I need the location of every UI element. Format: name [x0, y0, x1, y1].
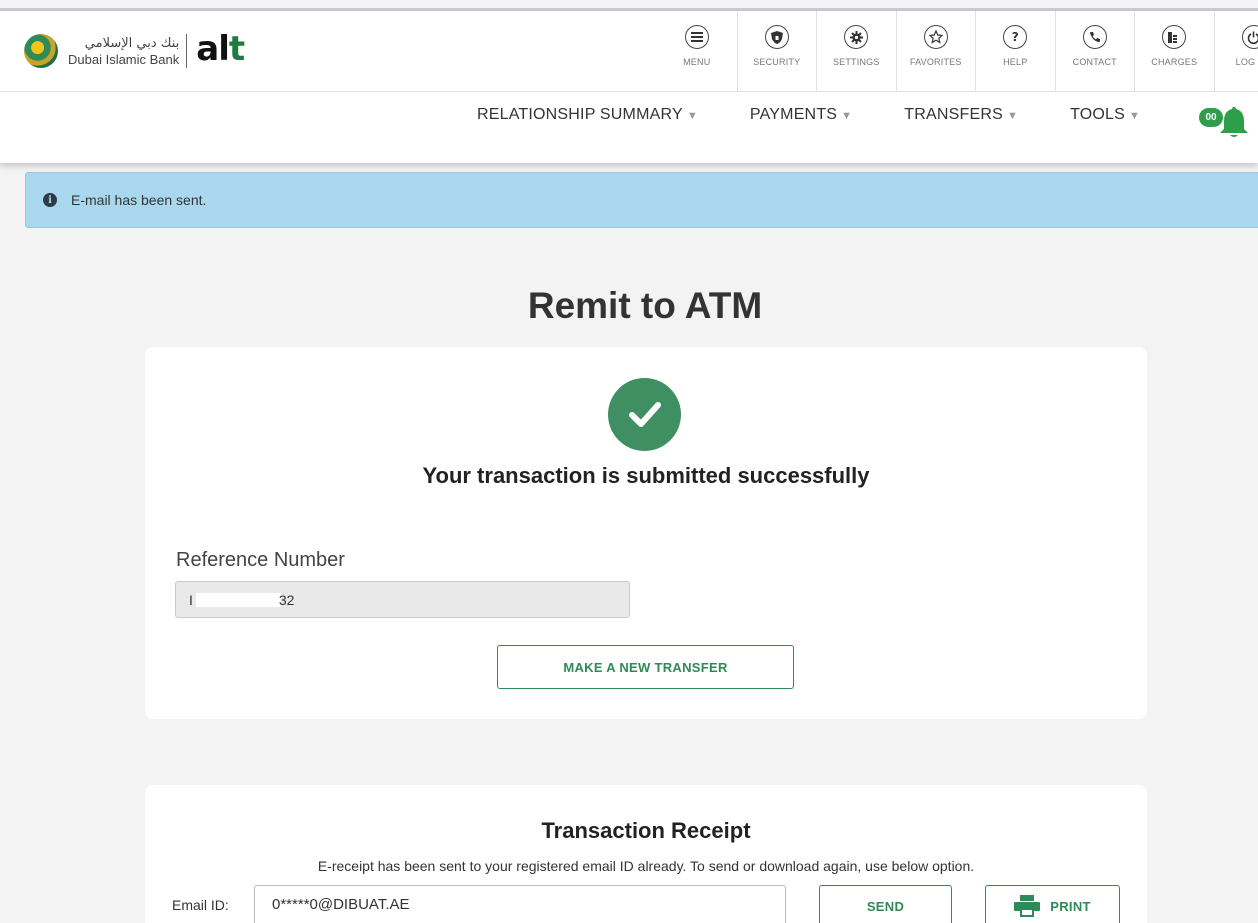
favorites-label: FAVORITES [909, 57, 962, 67]
nav-label: RELATIONSHIP SUMMARY [477, 106, 683, 123]
nav-label: TOOLS [1070, 106, 1126, 123]
printer-icon [1014, 895, 1041, 917]
transaction-receipt-card: Transaction Receipt E-receipt has been s… [145, 785, 1147, 923]
star-icon [923, 25, 948, 49]
reference-prefix: I [189, 591, 193, 608]
email-sent-alert: i E-mail has been sent. [25, 172, 1258, 228]
security-label: SECURITY [753, 57, 801, 67]
utility-icon-bar: MENU SECURITY SETTINGS FAVORITES ? HELP [657, 11, 1258, 91]
favorites-button[interactable]: FAVORITES [895, 11, 976, 91]
help-label: HELP [1003, 57, 1028, 67]
power-icon [1241, 25, 1258, 49]
menu-icon [684, 25, 709, 49]
coins-icon [1162, 25, 1187, 49]
receipt-title: Transaction Receipt [541, 818, 751, 843]
charges-button[interactable]: CHARGES [1134, 11, 1214, 91]
bank-logo[interactable]: بنك دبي الإسلامي Dubai Islamic Bank alt [24, 29, 245, 71]
alert-message: E-mail has been sent. [71, 192, 207, 208]
logout-button[interactable]: LOG OU [1213, 11, 1258, 91]
contact-label: CONTACT [1072, 57, 1117, 67]
menu-button[interactable]: MENU [657, 11, 737, 91]
main-navigation: RELATIONSHIP SUMMARY ▼ PAYMENTS ▼ TRANSFER… [477, 106, 1192, 124]
reference-redaction [195, 592, 281, 607]
print-button[interactable]: PRINT [985, 885, 1120, 923]
caret-down-icon: ▼ [686, 110, 698, 122]
bank-name: بنك دبي الإسلامي Dubai Islamic Bank [68, 37, 179, 66]
print-label: PRINT [1050, 898, 1091, 914]
header-divider [0, 91, 1258, 92]
caret-down-icon: ▼ [841, 110, 853, 122]
caret-down-icon: ▼ [1129, 110, 1141, 122]
nav-tools[interactable]: TOOLS ▼ [1070, 106, 1140, 124]
reference-suffix: 32 [278, 591, 295, 608]
info-icon: i [43, 193, 57, 207]
success-check-icon [608, 378, 681, 451]
logout-label: LOG OU [1235, 57, 1258, 67]
make-new-transfer-button[interactable]: MAKE A NEW TRANSFER [497, 645, 794, 689]
email-id-input[interactable]: 0*****0@DIBUAT.AE [254, 885, 786, 923]
help-button[interactable]: ? HELP [975, 11, 1055, 91]
logo-divider [186, 34, 188, 68]
bank-name-arabic: بنك دبي الإسلامي [84, 35, 180, 51]
site-header: بنك دبي الإسلامي Dubai Islamic Bank alt … [0, 11, 1258, 163]
email-id-label: Email ID: [172, 897, 229, 913]
nav-label: PAYMENTS [749, 106, 838, 123]
notification-count-badge: 00 [1199, 108, 1223, 127]
settings-label: SETTINGS [832, 57, 880, 67]
success-message: Your transaction is submitted successful… [422, 463, 870, 488]
page-title: Remit to ATM [527, 285, 763, 326]
caret-down-icon: ▼ [1006, 110, 1019, 122]
send-button[interactable]: SEND [819, 885, 952, 923]
shield-icon [764, 25, 789, 49]
alt-logo: alt [196, 29, 245, 69]
nav-label: TRANSFERS [904, 106, 1003, 123]
nav-transfers[interactable]: TRANSFERS ▼ [904, 106, 1018, 124]
reference-number-field: I 32 [175, 581, 630, 618]
bank-name-english: Dubai Islamic Bank [68, 51, 180, 67]
phone-icon [1082, 25, 1107, 49]
question-icon: ? [1003, 25, 1028, 49]
security-button[interactable]: SECURITY [736, 11, 817, 91]
reference-number-label: Reference Number [176, 549, 345, 571]
receipt-description: E-receipt has been sent to your register… [317, 858, 975, 874]
settings-button[interactable]: SETTINGS [816, 11, 896, 91]
nav-relationship-summary[interactable]: RELATIONSHIP SUMMARY ▼ [477, 106, 698, 124]
notification-bell-icon[interactable] [1218, 105, 1250, 139]
gear-icon [844, 25, 869, 49]
contact-button[interactable]: CONTACT [1054, 11, 1135, 91]
confirmation-card: Your transaction is submitted successful… [145, 347, 1147, 719]
charges-label: CHARGES [1151, 57, 1198, 67]
menu-label: MENU [683, 57, 711, 67]
bank-emblem-icon [24, 34, 58, 68]
nav-payments[interactable]: PAYMENTS ▼ [750, 106, 852, 124]
